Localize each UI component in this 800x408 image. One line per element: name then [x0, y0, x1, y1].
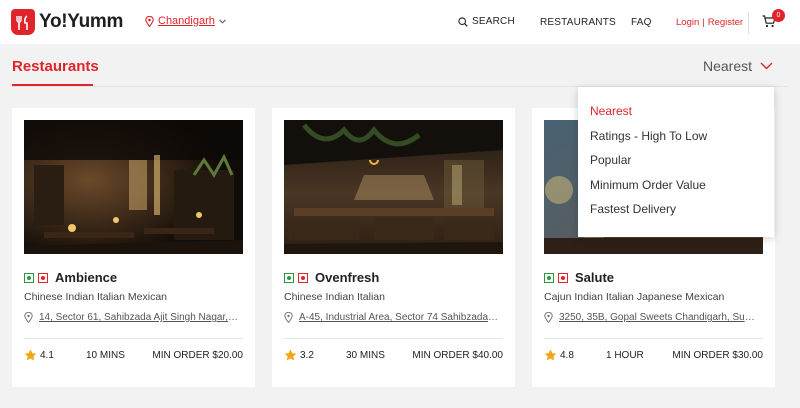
veg-indicator-icon [24, 272, 34, 283]
chevron-down-icon [218, 18, 226, 24]
card-divider [544, 338, 763, 339]
card-divider [24, 338, 243, 339]
restaurant-address: 14, Sector 61, Sahibzada Ajit Singh Naga… [24, 312, 243, 323]
rating: 3.2 [284, 349, 314, 361]
sort-dropdown-menu: Nearest Ratings - High To Low Popular Mi… [578, 87, 774, 237]
rating-value: 4.1 [40, 349, 54, 361]
restaurant-stats: 4.1 10 MINS MIN ORDER $20.00 [24, 349, 243, 363]
search-icon [458, 16, 468, 27]
sort-selected-label: Nearest [703, 58, 753, 74]
delivery-time: 1 HOUR [606, 350, 644, 361]
min-order: MIN ORDER $20.00 [152, 350, 243, 361]
restaurant-cuisine: Chinese Indian Italian [284, 291, 385, 303]
star-icon [24, 349, 37, 361]
address-link[interactable]: 14, Sector 61, Sahibzada Ajit Singh Naga… [39, 312, 239, 323]
register-link[interactable]: Register [708, 17, 743, 28]
brand-name: Yo!Yumm [39, 11, 124, 32]
sort-option-nearest[interactable]: Nearest [590, 104, 632, 118]
rating: 4.8 [544, 349, 574, 361]
nav-search-label: SEARCH [472, 16, 515, 27]
veg-indicator-icon [544, 272, 554, 283]
header-divider [748, 12, 749, 34]
logo-bag-icon [11, 9, 35, 35]
location-pin-icon [145, 15, 154, 27]
min-order: MIN ORDER $40.00 [412, 350, 503, 361]
restaurant-name[interactable]: Ovenfresh [315, 270, 379, 285]
address-link[interactable]: A-45, Industrial Area, Sector 74 Sahibza… [299, 312, 499, 323]
top-header: Yo!Yumm Chandigarh SEARCH RESTAURANTS FA… [0, 0, 800, 44]
login-register-links: Login | Register [676, 17, 743, 28]
card-divider [284, 338, 503, 339]
page-title: Restaurants [12, 58, 99, 75]
rating: 4.1 [24, 349, 54, 361]
restaurant-cuisine: Chinese Indian Italian Mexican [24, 291, 168, 303]
restaurant-image[interactable] [24, 120, 243, 254]
location-label: Chandigarh [158, 15, 215, 27]
restaurant-name[interactable]: Ambience [55, 270, 117, 285]
location-selector[interactable]: Chandigarh [145, 15, 226, 27]
restaurant-card[interactable]: Ambience Chinese Indian Italian Mexican … [12, 108, 255, 387]
delivery-time: 30 MINS [346, 350, 385, 361]
restaurant-stats: 4.8 1 HOUR MIN ORDER $30.00 [544, 349, 763, 363]
restaurant-cuisine: Cajun Indian Italian Japanese Mexican [544, 291, 725, 303]
nav-search[interactable]: SEARCH [458, 16, 515, 27]
star-icon [284, 349, 297, 361]
delivery-time: 10 MINS [86, 350, 125, 361]
cart-count-badge: 0 [772, 9, 785, 22]
nonveg-indicator-icon [298, 272, 308, 283]
location-pin-icon [544, 312, 553, 323]
sort-option-ratings[interactable]: Ratings - High To Low [590, 129, 707, 143]
address-link[interactable]: 3250, 35B, Gopal Sweets Chandigarh, Sukh… [559, 312, 759, 323]
restaurant-name-row: Ovenfresh [284, 270, 379, 285]
restaurant-name-row: Ambience [24, 270, 117, 285]
nav-faq[interactable]: FAQ [631, 17, 652, 28]
nonveg-indicator-icon [558, 272, 568, 283]
rating-value: 4.8 [560, 349, 574, 361]
restaurant-stats: 3.2 30 MINS MIN ORDER $40.00 [284, 349, 503, 363]
rating-value: 3.2 [300, 349, 314, 361]
restaurant-name-row: Salute [544, 270, 614, 285]
min-order: MIN ORDER $30.00 [672, 350, 763, 361]
login-separator: | [702, 17, 705, 28]
sort-option-fastest-delivery[interactable]: Fastest Delivery [590, 202, 676, 216]
sort-option-min-order[interactable]: Minimum Order Value [590, 178, 706, 192]
login-link[interactable]: Login [676, 17, 699, 28]
veg-indicator-icon [284, 272, 294, 283]
nav-restaurants[interactable]: RESTAURANTS [540, 17, 616, 28]
brand-logo[interactable]: Yo!Yumm [11, 9, 123, 35]
restaurant-image[interactable] [284, 120, 503, 254]
location-pin-icon [24, 312, 33, 323]
chevron-down-icon [760, 62, 773, 70]
location-pin-icon [284, 312, 293, 323]
restaurant-address: 3250, 35B, Gopal Sweets Chandigarh, Sukh… [544, 312, 763, 323]
restaurant-name[interactable]: Salute [575, 270, 614, 285]
star-icon [544, 349, 557, 361]
nonveg-indicator-icon [38, 272, 48, 283]
restaurant-address: A-45, Industrial Area, Sector 74 Sahibza… [284, 312, 503, 323]
sort-option-popular[interactable]: Popular [590, 153, 631, 167]
restaurant-card[interactable]: Ovenfresh Chinese Indian Italian A-45, I… [272, 108, 515, 387]
sort-dropdown-toggle[interactable]: Nearest [703, 58, 773, 74]
